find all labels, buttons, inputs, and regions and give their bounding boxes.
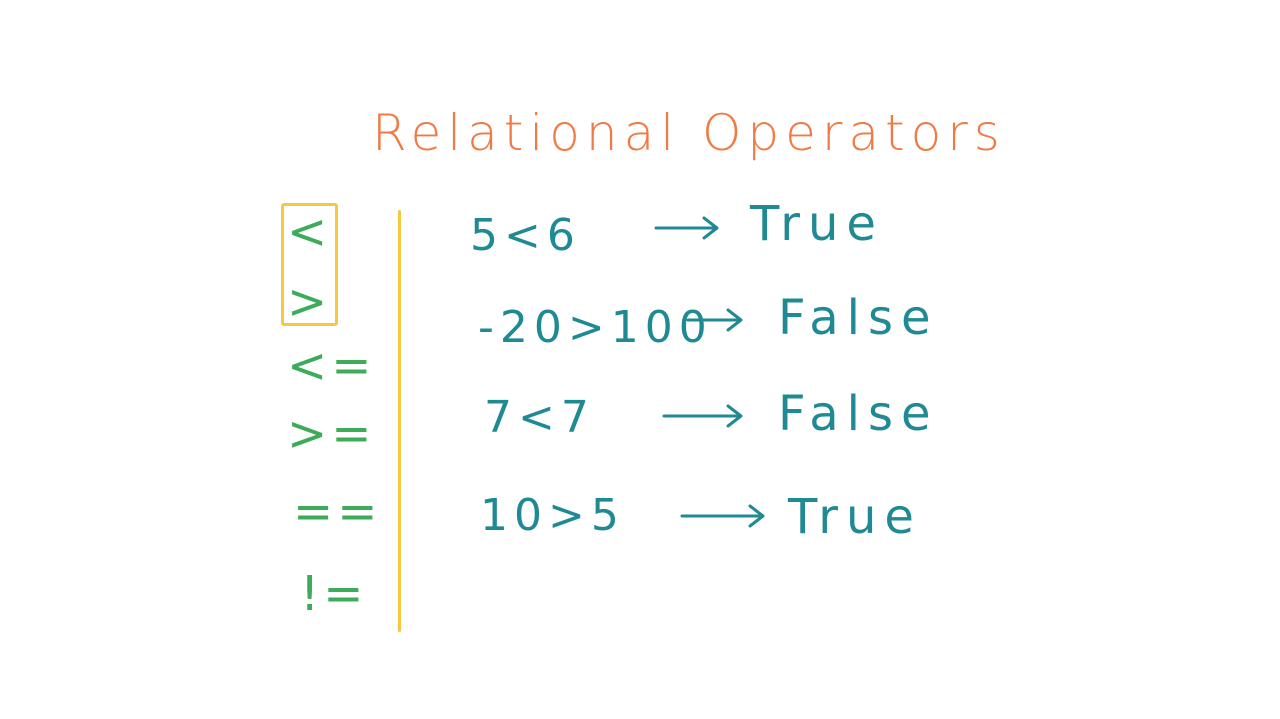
- operator-greater-than: >: [287, 274, 332, 330]
- operator-less-equal: <=: [287, 338, 376, 394]
- example-expression-1: 5<6: [470, 210, 581, 261]
- operator-not-equal: !=: [300, 566, 368, 622]
- example-result-3: False: [778, 386, 939, 442]
- example-expression-4: 10>5: [480, 490, 625, 541]
- arrow-icon: [680, 501, 766, 531]
- arrow-icon: [662, 401, 744, 431]
- example-expression-2: -20>100: [478, 302, 713, 353]
- example-result-1: True: [750, 196, 884, 252]
- divider-line: [398, 210, 401, 632]
- page-title: Relational Operators: [372, 104, 1006, 162]
- example-result-2: False: [778, 290, 939, 346]
- example-expression-3: 7<7: [484, 392, 595, 443]
- arrow-icon: [686, 305, 744, 335]
- operator-less-than: <: [287, 204, 332, 260]
- operator-greater-equal: >=: [287, 406, 376, 462]
- operator-equal: ==: [293, 484, 382, 540]
- example-result-4: True: [788, 489, 922, 545]
- arrow-icon: [654, 213, 720, 243]
